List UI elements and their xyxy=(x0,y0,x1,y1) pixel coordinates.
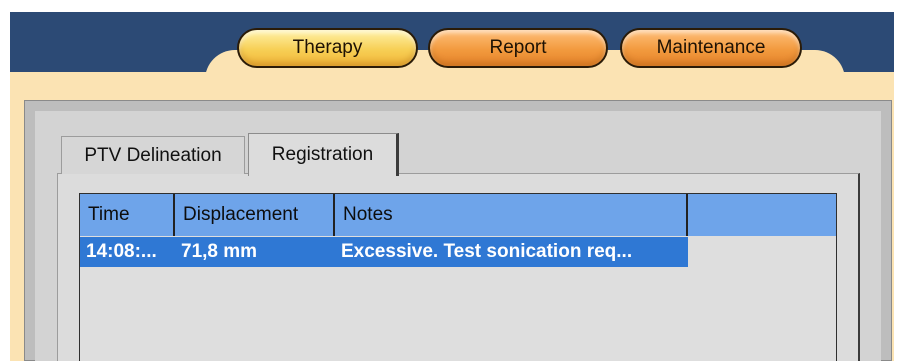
column-header-time[interactable]: Time xyxy=(80,194,175,236)
cell-time: 14:08:... xyxy=(86,241,157,262)
column-header-displacement[interactable]: Displacement xyxy=(175,194,335,236)
tab-therapy[interactable]: Therapy xyxy=(237,28,418,68)
cell-notes: Excessive. Test sonication req... xyxy=(341,241,633,262)
table-row[interactable]: 14:08:... 71,8 mm Excessive. Test sonica… xyxy=(80,237,688,267)
tab-maintenance[interactable]: Maintenance xyxy=(620,28,802,68)
tab-ptv-delineation[interactable]: PTV Delineation xyxy=(61,136,245,174)
cell-displacement: 71,8 mm xyxy=(181,241,258,262)
tab-registration[interactable]: Registration xyxy=(248,133,399,176)
registration-table[interactable]: Time Displacement Notes 14:08:... 71,8 m… xyxy=(79,193,837,361)
tab-report[interactable]: Report xyxy=(428,28,608,68)
table-header: Time Displacement Notes xyxy=(80,194,836,236)
column-header-notes[interactable]: Notes xyxy=(335,194,688,236)
